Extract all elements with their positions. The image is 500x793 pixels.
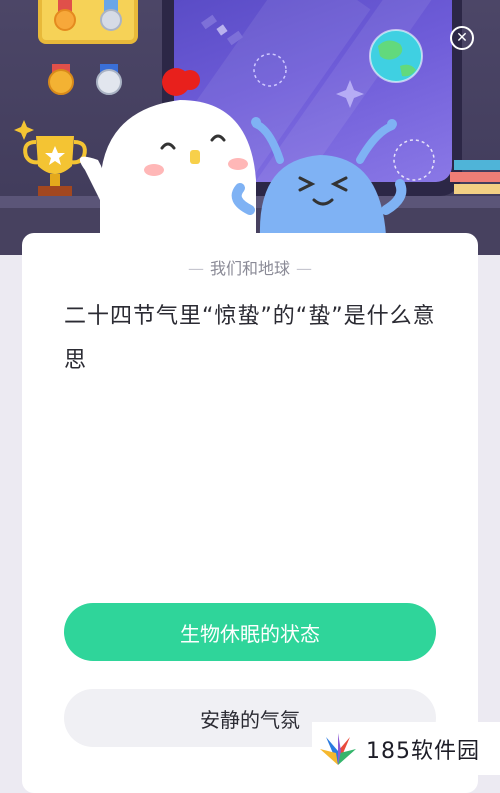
category-label: — 我们和地球 — [22, 255, 478, 279]
badge-display [38, 0, 138, 44]
alien-mascot [231, 117, 407, 235]
close-button[interactable]: ✕ [450, 26, 474, 50]
trophy-icon [23, 136, 87, 196]
close-icon: ✕ [456, 30, 468, 46]
question-text: 二十四节气里“惊蛰”的“蛰”是什么意思 [64, 304, 436, 373]
divider-dash: — [296, 259, 312, 278]
question-card: — 我们和地球 — 二十四节气里“惊蛰”的“蛰”是什么意思 生物休眠的状态 安静的气… [22, 233, 478, 793]
sparkle-icon [14, 120, 34, 140]
divider-dash: — [187, 259, 204, 278]
chicken-mascot [80, 68, 256, 235]
ribbon-medals [54, 0, 122, 31]
answer-option-label: 生物休眠的状态 [180, 621, 320, 646]
books-stack [450, 160, 500, 194]
satellite-icon [200, 14, 244, 46]
hero-illustration: ✕ [0, 0, 500, 255]
category-text: 我们和地球 [209, 259, 290, 278]
bronze-medal-icon [48, 64, 74, 95]
mascots [80, 68, 407, 235]
answer-option-label: 安静的气氛 [200, 707, 300, 732]
silver-medal-icon [100, 0, 122, 31]
answer-option-1[interactable]: 生物休眠的状态 [64, 603, 436, 661]
gold-medal-icon [54, 0, 76, 31]
watermark: 185软件园 [312, 722, 500, 775]
watermark-text: 185软件园 [366, 738, 480, 764]
watermark-logo [320, 732, 356, 765]
